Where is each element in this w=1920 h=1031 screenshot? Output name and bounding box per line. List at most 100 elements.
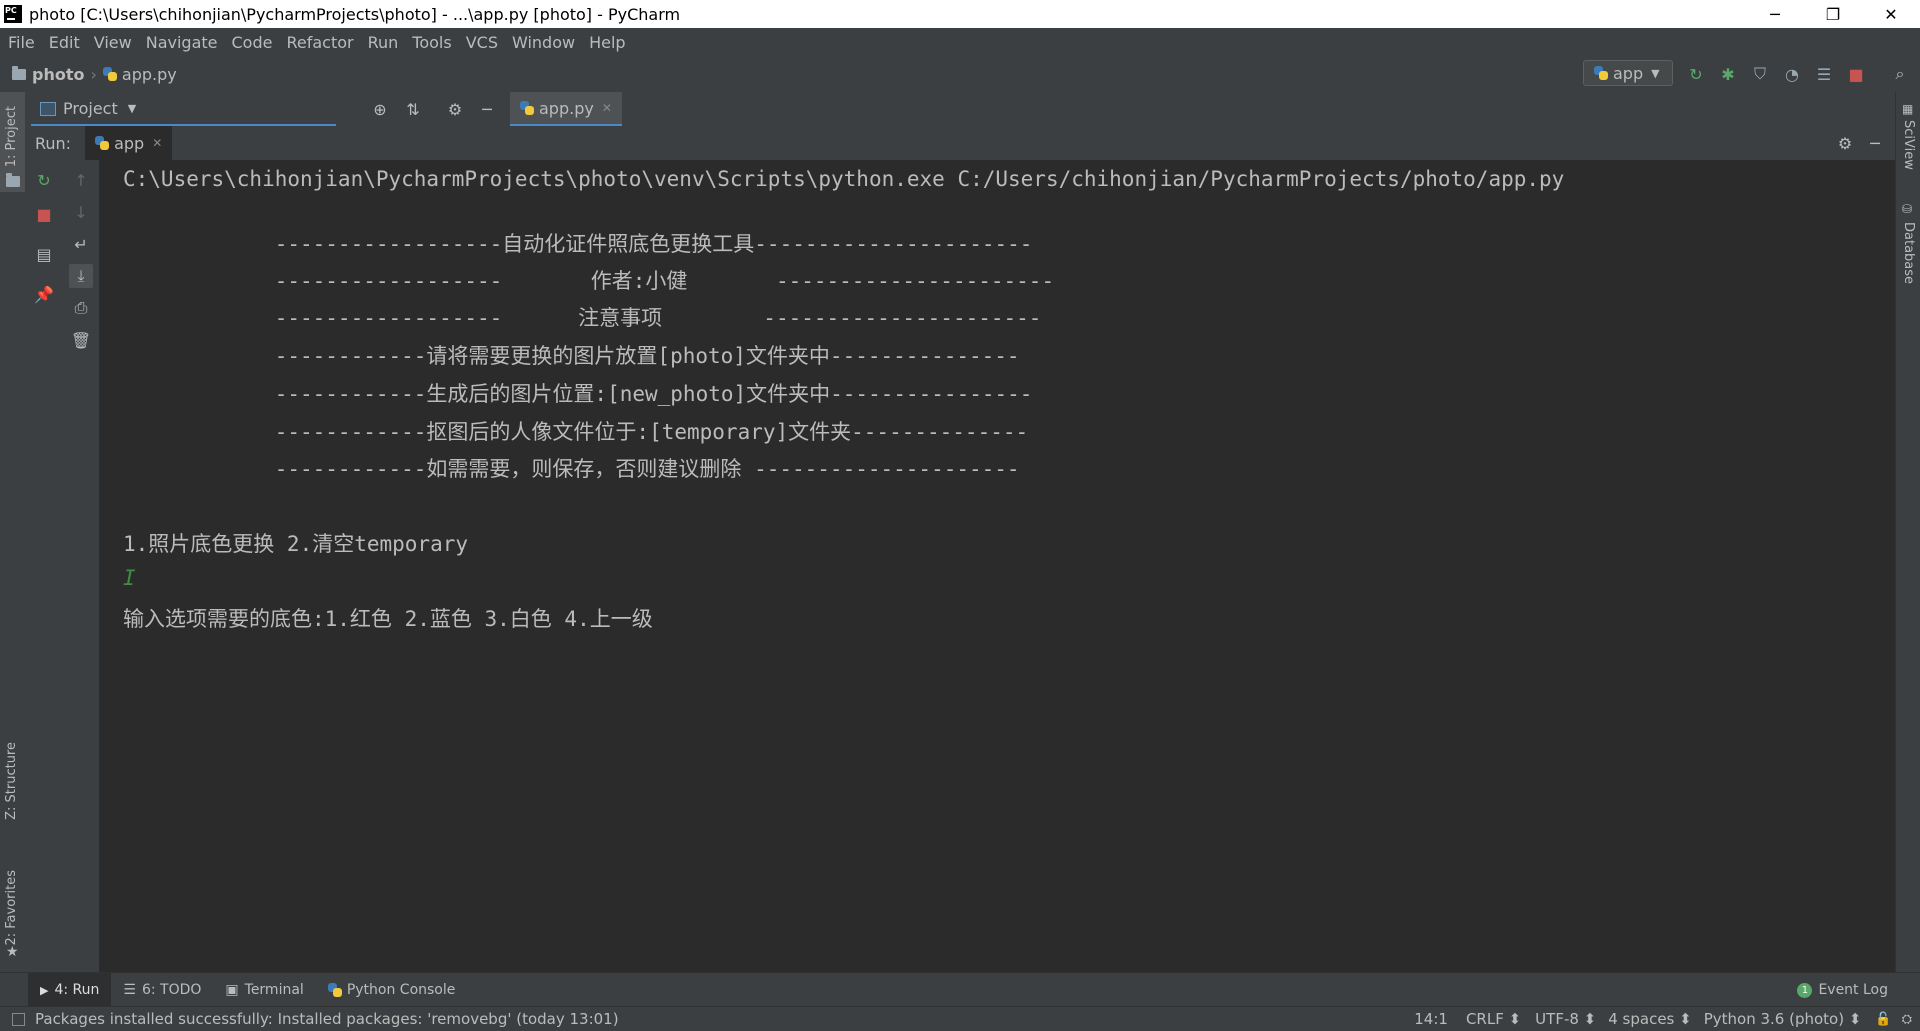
close-tab-icon[interactable]: ✕ — [152, 136, 162, 150]
todo-tool-tab[interactable]: ☰ 6: TODO — [111, 973, 213, 1007]
memory-indicator-icon[interactable]: ⛭ — [1902, 1012, 1912, 1027]
breadcrumb-project[interactable]: photo — [12, 65, 84, 84]
window-title: photo [C:\Users\chihonjian\PycharmProjec… — [29, 4, 681, 24]
menu-navigate[interactable]: Navigate — [139, 33, 225, 52]
console-line: ------------如需需要，则保存，否则建议删除 ------------… — [123, 457, 1020, 481]
indent-select[interactable]: 4 spaces ⬍ — [1608, 1010, 1691, 1028]
python-file-icon — [95, 136, 110, 150]
close-tab-icon[interactable]: ✕ — [602, 101, 612, 115]
pin-icon[interactable]: 📌 — [32, 282, 56, 306]
rerun-icon[interactable]: ↻ — [32, 168, 56, 192]
arrow-up-icon[interactable]: ↑ — [69, 168, 93, 192]
menu-refactor[interactable]: Refactor — [279, 33, 360, 52]
stop-icon[interactable]: ■ — [1846, 64, 1866, 84]
project-window-icon — [40, 101, 56, 116]
database-tool-tab[interactable]: Database — [1901, 222, 1916, 284]
project-view-label: Project — [63, 99, 118, 118]
status-bar: Packages installed successfully: Install… — [0, 1006, 1920, 1031]
profile-icon[interactable]: ◔ — [1782, 64, 1802, 84]
menu-tools[interactable]: Tools — [405, 33, 458, 52]
event-count-badge: 1 — [1797, 982, 1813, 998]
console-line: 1.照片底色更换 2.清空temporary — [123, 532, 469, 556]
structure-tool-tab[interactable]: Z: Structure — [4, 742, 19, 820]
trash-icon[interactable]: 🗑 — [69, 328, 93, 352]
console-line: 输入选项需要的底色:1.红色 2.蓝色 3.白色 4.上一级 — [123, 607, 653, 631]
collapse-all-icon[interactable]: ⇅ — [403, 99, 423, 119]
editor-tab-label: app.py — [539, 98, 594, 118]
run-toolbar-primary: ↻ ■ ▤ 📌 — [25, 160, 63, 972]
event-log-tool-tab[interactable]: 1 Event Log — [1785, 973, 1900, 1007]
pycharm-logo-icon: PC — [4, 5, 22, 23]
folder-icon — [6, 173, 20, 187]
terminal-icon: ▣ — [225, 982, 239, 998]
coverage-shield-icon[interactable]: ⛉ — [1750, 64, 1770, 84]
title-bar: PC photo [C:\Users\chihonjian\PycharmPro… — [0, 0, 1920, 28]
python-console-tool-tab[interactable]: Python Console — [316, 973, 468, 1007]
python-file-icon — [520, 101, 534, 115]
hide-icon[interactable]: ─ — [1865, 133, 1885, 153]
console-line: ------------------ 作者:小健 ---------------… — [123, 269, 1055, 293]
encoding-select[interactable]: UTF-8 ⬍ — [1535, 1010, 1596, 1028]
run-tab-app[interactable]: app ✕ — [85, 126, 173, 160]
restore-button[interactable]: ❐ — [1804, 0, 1862, 28]
line-separator-select[interactable]: CRLF ⬍ — [1466, 1010, 1521, 1028]
bottom-tool-tabs: ▶ 4: Run ☰ 6: TODO ▣ Terminal Python Con… — [0, 972, 1920, 1007]
python-file-icon — [102, 67, 117, 81]
minimize-button[interactable]: ─ — [1746, 0, 1804, 28]
menu-window[interactable]: Window — [505, 33, 582, 52]
toggle-tool-windows-icon[interactable] — [12, 1012, 25, 1026]
menu-edit[interactable]: Edit — [42, 33, 87, 52]
python-console-icon — [327, 983, 342, 997]
console-input-caret[interactable]: I — [123, 566, 136, 590]
favorites-tool-tab[interactable]: 2: Favorites — [4, 870, 19, 946]
layout-icon[interactable]: ▤ — [32, 242, 56, 266]
sciview-icon: ▦ — [1902, 102, 1914, 116]
run-panel-header: Run: app ✕ ⚙ ─ — [25, 126, 1895, 161]
gear-icon[interactable]: ⚙ — [445, 99, 465, 119]
menu-code[interactable]: Code — [225, 33, 280, 52]
caret-position[interactable]: 14:1 — [1414, 1010, 1448, 1028]
close-button[interactable]: ✕ — [1862, 0, 1920, 28]
editor-tab-app-py[interactable]: app.py ✕ — [510, 92, 622, 126]
menu-help[interactable]: Help — [582, 33, 632, 52]
todo-tool-tab-label: 6: TODO — [141, 982, 202, 998]
print-icon[interactable]: ⎙ — [69, 296, 93, 320]
chevron-down-icon: ▼ — [1651, 66, 1660, 80]
run-console-output[interactable]: C:\Users\chihonjian\PycharmProjects\phot… — [100, 160, 1895, 972]
debug-bug-icon[interactable]: ✱ — [1718, 64, 1738, 84]
project-view-selector[interactable]: Project ▼ — [40, 99, 136, 118]
list-icon: ☰ — [123, 982, 136, 998]
rerun-icon[interactable]: ↻ — [1686, 64, 1706, 84]
menu-vcs[interactable]: VCS — [459, 33, 505, 52]
menu-file[interactable]: File — [0, 33, 42, 52]
sciview-tool-tab[interactable]: SciView — [1901, 120, 1916, 170]
run-panel-label: Run: — [35, 133, 72, 153]
run-tool-tab[interactable]: ▶ 4: Run — [28, 973, 112, 1007]
concurrency-icon[interactable]: ☰ — [1814, 64, 1834, 84]
menu-view[interactable]: View — [87, 33, 139, 52]
arrow-down-icon[interactable]: ↓ — [69, 200, 93, 224]
menu-run[interactable]: Run — [361, 33, 406, 52]
lock-icon[interactable]: 🔓 — [1875, 1012, 1891, 1027]
status-message[interactable]: Packages installed successfully: Install… — [35, 1010, 619, 1028]
run-configuration-select[interactable]: app ▼ — [1583, 60, 1673, 86]
soft-wrap-icon[interactable]: ↵ — [69, 232, 93, 256]
star-icon: ★ — [6, 944, 19, 960]
stop-icon[interactable]: ■ — [32, 202, 56, 226]
interpreter-select[interactable]: Python 3.6 (photo) ⬍ — [1704, 1010, 1862, 1028]
breadcrumb-separator-icon: › — [90, 64, 97, 84]
gear-icon[interactable]: ⚙ — [1835, 133, 1855, 153]
run-tool-tab-label: 4: Run — [54, 982, 100, 998]
console-line: ------------------自动化证件照底色更换工具----------… — [123, 232, 1033, 256]
console-line: C:\Users\chihonjian\PycharmProjects\phot… — [123, 167, 1565, 191]
terminal-tool-tab[interactable]: ▣ Terminal — [213, 973, 315, 1007]
scroll-to-end-icon[interactable]: ⤓ — [69, 264, 93, 288]
breadcrumb-file[interactable]: app.py — [102, 65, 177, 84]
terminal-tool-tab-label: Terminal — [244, 982, 304, 998]
search-everywhere-icon[interactable]: ⌕ — [1890, 64, 1910, 84]
hide-icon[interactable]: ─ — [477, 99, 497, 119]
run-configuration-label: app — [1613, 63, 1644, 83]
locate-target-icon[interactable]: ⊕ — [370, 99, 390, 119]
project-tool-tab-label: 1: Project — [4, 106, 19, 168]
project-tool-tab[interactable]: 1: Project — [0, 92, 25, 192]
